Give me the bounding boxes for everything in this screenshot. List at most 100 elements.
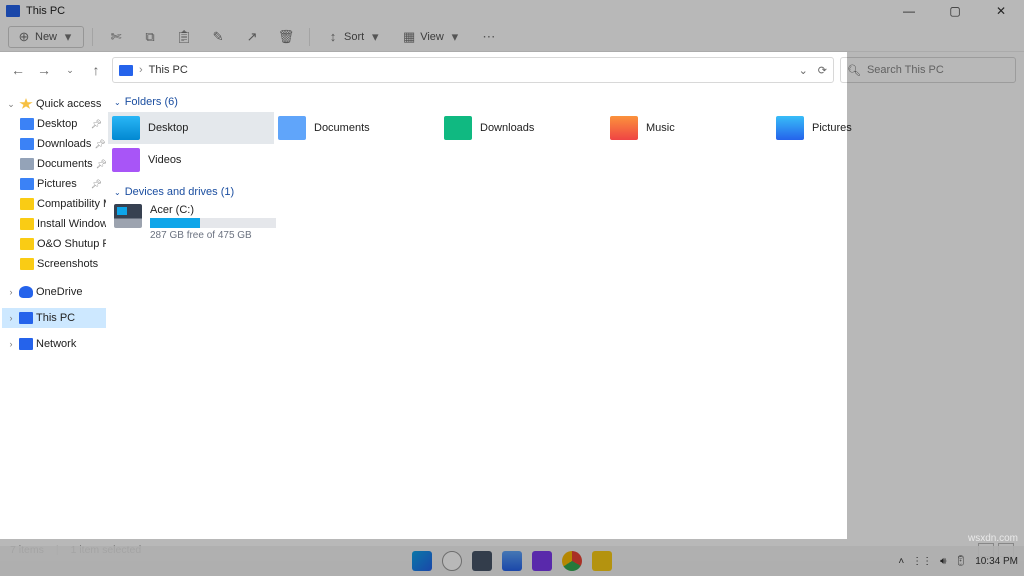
group-header-folders[interactable]: ⌄ Folders (6)	[114, 96, 1014, 108]
share-icon: ↗	[245, 30, 259, 44]
sidebar-item-label: Compatibility Mode	[37, 198, 106, 210]
chevron-right-icon: ›	[6, 313, 16, 323]
trash-icon: 🗑︎	[279, 30, 293, 44]
folder-label: Videos	[148, 154, 181, 166]
pin-icon: 📌︎	[91, 119, 102, 130]
chevron-down-icon: ▾	[61, 30, 75, 44]
folder-tile-downloads[interactable]: Downloads	[440, 112, 606, 144]
separator	[92, 28, 93, 46]
search-placeholder: Search This PC	[867, 64, 944, 76]
rename-button[interactable]: ✎	[203, 27, 233, 47]
volume-icon[interactable]: 🔊︎	[940, 556, 946, 567]
chat-icon[interactable]	[532, 551, 552, 571]
taskview-icon[interactable]	[472, 551, 492, 571]
chrome-icon[interactable]	[562, 551, 582, 571]
recent-button[interactable]: ⌄	[60, 60, 80, 80]
taskbar: ˄ ⋮⋮ 🔊︎ 🔋︎ 10:34 PM	[0, 546, 1024, 576]
wifi-icon[interactable]: ⋮⋮	[912, 556, 932, 567]
sidebar-item-o&o-shutup-review[interactable]: O&O Shutup Review	[2, 234, 106, 254]
folder-label: Pictures	[812, 122, 852, 134]
copy-icon: ⧉	[143, 30, 157, 44]
system-tray[interactable]: ˄ ⋮⋮ 🔊︎ 🔋︎ 10:34 PM	[898, 556, 1018, 567]
group-label: Folders (6)	[125, 96, 178, 108]
folder-icon	[444, 116, 472, 140]
folder-tile-documents[interactable]: Documents	[274, 112, 440, 144]
breadcrumb-sep: ›	[139, 64, 143, 76]
forward-button[interactable]: →	[34, 60, 54, 80]
sidebar-onedrive[interactable]: › OneDrive	[2, 282, 106, 302]
chevron-down-icon: ▾	[368, 30, 382, 44]
content-pane: ⌄ Folders (6) Desktop Documents Downloads M…	[108, 88, 1024, 539]
minimize-button[interactable]: —	[896, 4, 922, 18]
sidebar-item-compatibility-mode[interactable]: Compatibility Mode	[2, 194, 106, 214]
drive-tile[interactable]: Acer (C:) 287 GB free of 475 GB	[110, 202, 280, 243]
up-button[interactable]: ↑	[86, 60, 106, 80]
address-bar[interactable]: › This PC ⌄ ⟳	[112, 57, 834, 83]
folder-tile-desktop[interactable]: Desktop	[108, 112, 274, 144]
paste-icon: 📋︎	[177, 30, 191, 44]
folder-tile-pictures[interactable]: Pictures	[772, 112, 938, 144]
pin-icon: 📌︎	[96, 159, 106, 170]
folder-tile-music[interactable]: Music	[606, 112, 772, 144]
network-icon	[19, 338, 33, 350]
delete-button[interactable]: 🗑︎	[271, 27, 301, 47]
tray-chevron-icon[interactable]: ˄	[898, 556, 904, 567]
view-button[interactable]: ▦ View ▾	[394, 27, 470, 47]
sidebar-item-label: Screenshots	[37, 258, 98, 270]
titlebar: This PC — ▢ ✕	[0, 0, 1024, 22]
sidebar-network[interactable]: › Network	[2, 334, 106, 354]
folder-label: Downloads	[480, 122, 534, 134]
more-button[interactable]: ⋯	[474, 27, 504, 47]
sidebar-item-desktop[interactable]: Desktop📌︎	[2, 114, 106, 134]
close-button[interactable]: ✕	[988, 4, 1014, 18]
folder-icon	[20, 118, 34, 130]
sidebar-item-label: O&O Shutup Review	[37, 238, 106, 250]
thispc-icon	[19, 312, 33, 324]
folder-icon	[112, 116, 140, 140]
folder-tile-videos[interactable]: Videos	[108, 144, 274, 176]
drive-free-text: 287 GB free of 475 GB	[150, 230, 276, 241]
sidebar-thispc[interactable]: › This PC	[2, 308, 106, 328]
copy-button[interactable]: ⧉	[135, 27, 165, 47]
refresh-button[interactable]: ⟳	[818, 64, 827, 77]
new-button[interactable]: ⊕ New ▾	[8, 26, 84, 48]
sidebar-item-screenshots[interactable]: Screenshots	[2, 254, 106, 274]
folder-icon	[776, 116, 804, 140]
pin-icon: 📌︎	[94, 139, 105, 150]
chevron-down-icon: ⌄	[6, 99, 16, 110]
sidebar-item-downloads[interactable]: Downloads📌︎	[2, 134, 106, 154]
back-button[interactable]: ←	[8, 60, 28, 80]
widgets-icon[interactable]	[502, 551, 522, 571]
folder-label: Documents	[314, 122, 370, 134]
sidebar-quick-access[interactable]: ⌄ Quick access	[2, 94, 106, 114]
breadcrumb[interactable]: This PC	[149, 64, 188, 76]
sidebar-item-label: Pictures	[37, 178, 77, 190]
folder-label: Music	[646, 122, 675, 134]
search-icon: 🔍︎	[847, 64, 861, 77]
search-input[interactable]: 🔍︎ Search This PC	[840, 57, 1016, 83]
address-dropdown-icon[interactable]: ⌄	[799, 64, 808, 77]
watermark: wsxdn.com	[968, 533, 1018, 544]
plus-icon: ⊕	[17, 30, 31, 44]
maximize-button[interactable]: ▢	[942, 4, 968, 18]
share-button[interactable]: ↗	[237, 27, 267, 47]
folder-icon	[20, 178, 34, 190]
nav-row: ← → ⌄ ↑ › This PC ⌄ ⟳ 🔍︎ Search This PC	[0, 52, 1024, 88]
sidebar-item-documents[interactable]: Documents📌︎	[2, 154, 106, 174]
cut-button[interactable]: ✄	[101, 27, 131, 47]
sidebar-item-label: Downloads	[37, 138, 91, 150]
battery-icon[interactable]: 🔋︎	[954, 556, 967, 567]
star-icon	[19, 98, 33, 110]
drive-capacity-bar	[150, 218, 276, 228]
paste-button[interactable]: 📋︎	[169, 27, 199, 47]
search-taskbar-icon[interactable]	[442, 551, 462, 571]
cut-icon: ✄	[109, 30, 123, 44]
group-header-drives[interactable]: ⌄ Devices and drives (1)	[114, 186, 1014, 198]
group-label: Devices and drives (1)	[125, 186, 234, 198]
cloud-icon	[19, 286, 33, 298]
sort-button[interactable]: ↕ Sort ▾	[318, 27, 390, 47]
explorer-taskbar-icon[interactable]	[592, 551, 612, 571]
start-button[interactable]	[412, 551, 432, 571]
sidebar-item-pictures[interactable]: Pictures📌︎	[2, 174, 106, 194]
sidebar-item-install-windows-11[interactable]: Install Windows 11	[2, 214, 106, 234]
